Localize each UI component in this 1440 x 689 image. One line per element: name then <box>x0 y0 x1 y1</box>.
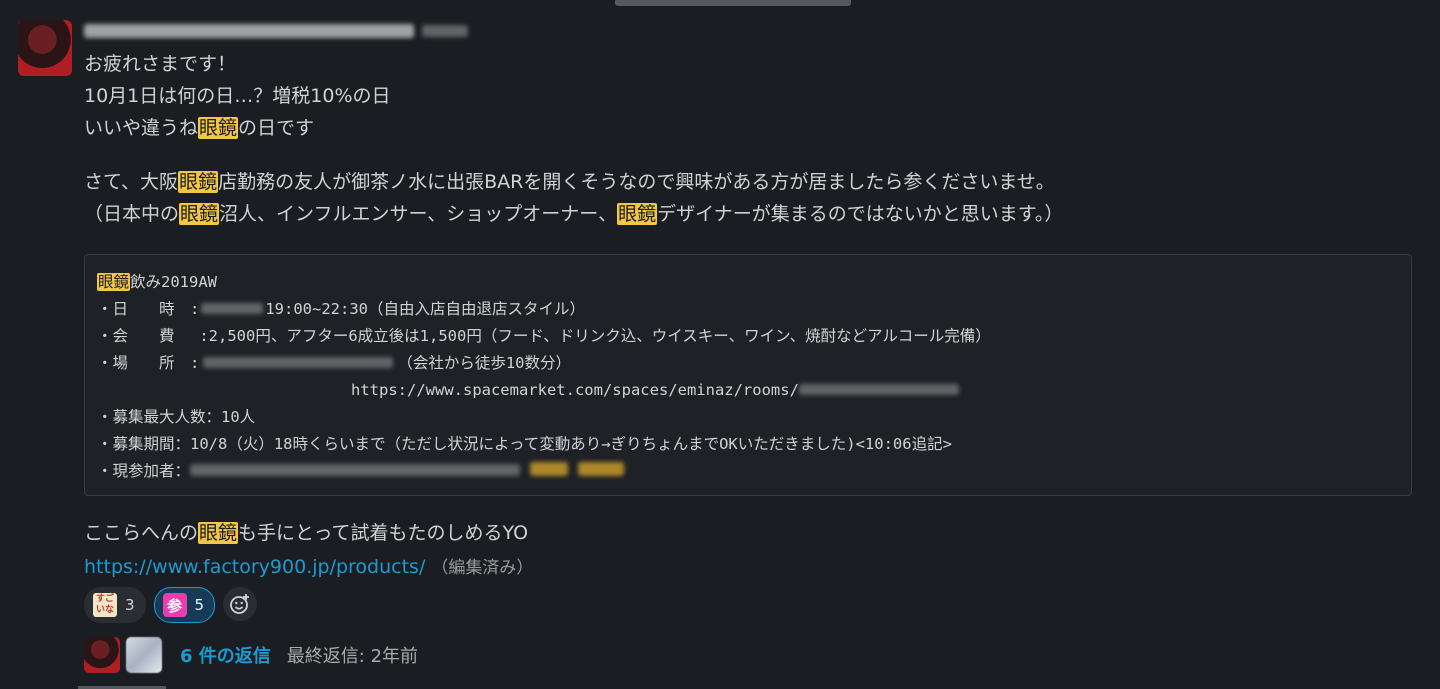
message-line-2: 10月1日は何の日…？増税10%の日 <box>84 85 391 107</box>
reply-count-link[interactable]: 6 件の返信 <box>180 642 271 668</box>
message-line-greeting: お疲れさまです！ <box>84 53 237 75</box>
san-emoji-icon: 参 <box>162 593 187 617</box>
reaction-count: 3 <box>125 596 135 614</box>
code-fee-row: ・会 費 :2,500円、アフター6成立後は1,500円（フード、ドリンク込、ウ… <box>97 327 991 345</box>
code-max-people-row: ・募集最大人数：10人 <box>97 408 256 426</box>
code-period-row: ・募集期間：10/8（火）18時くらいまで（ただし状況によって変動あり→ぎりちょ… <box>97 435 952 453</box>
add-reaction-icon <box>230 594 250 614</box>
reaction-bar: すご いな 3 参 5 <box>84 587 258 623</box>
code-title: 眼鏡飲み2019AW <box>97 273 218 291</box>
scroll-indicator-top <box>615 0 851 6</box>
reply-avatar <box>84 637 120 673</box>
reaction-sugoina[interactable]: すご いな 3 <box>84 587 146 623</box>
code-participants-row: ・現参加者： <box>97 458 1399 485</box>
message-line-3: いいや違うね眼鏡の日です <box>84 117 315 139</box>
search-highlight: 眼鏡 <box>198 522 239 544</box>
reaction-count: 5 <box>194 596 205 614</box>
code-place-row: ・場 所 : （会社から徒歩10数分） <box>97 354 572 372</box>
edited-label: （編集済み） <box>431 558 534 578</box>
sender-name-redacted[interactable] <box>84 20 468 42</box>
add-reaction-button[interactable] <box>223 587 258 621</box>
sender-avatar[interactable] <box>18 20 72 76</box>
last-reply-time: 最終返信: 2年前 <box>286 646 419 667</box>
product-link[interactable]: https://www.factory900.jp/products/ <box>84 556 425 578</box>
message-body: お疲れさまです！ 10月1日は何の日…？増税10%の日 いいや違うね眼鏡の日です <box>84 48 1420 144</box>
code-url-row: https://www.spacemarket.com/spaces/emina… <box>97 377 1399 404</box>
reply-avatar <box>126 637 162 673</box>
message-paragraph-2: さて、大阪眼鏡店勤務の友人が御茶ノ水に出張BARを開くそうなので興味がある方が居… <box>84 171 1064 225</box>
code-date-row: ・日 時 :19:00~22:30（自由入店自由退店スタイル） <box>97 300 585 318</box>
sugoina-emoji-icon: すご いな <box>93 593 117 617</box>
search-highlight: 眼鏡 <box>617 203 658 225</box>
search-highlight: 眼鏡 <box>178 171 219 193</box>
search-highlight: 眼鏡 <box>179 203 220 225</box>
code-block: 眼鏡飲み2019AW ・日 時 :19:00~22:30（自由入店自由退店スタイ… <box>84 254 1412 496</box>
search-highlight: 眼鏡 <box>198 117 239 139</box>
message-footer-text: ここらへんの眼鏡も手にとって試着もたのしめるYO https://www.fac… <box>84 522 534 578</box>
reaction-san[interactable]: 参 5 <box>153 587 216 623</box>
thread-summary[interactable]: 6 件の返信 最終返信: 2年前 <box>84 637 418 673</box>
